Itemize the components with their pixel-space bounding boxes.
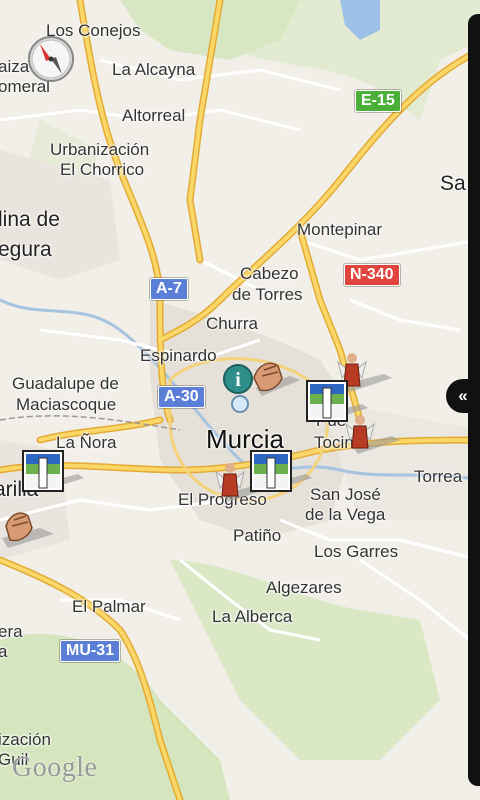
place-label: La Alcayna: [112, 60, 196, 79]
place-label: Guadalupe de: [12, 374, 119, 393]
road-shield-a7: A-7: [150, 278, 188, 300]
place-label: de Torres: [232, 285, 303, 304]
road-shield-mu31: MU-31: [60, 640, 121, 662]
place-label: El Palmar: [72, 597, 146, 616]
place-label: Altorreal: [122, 106, 186, 125]
flag-marker[interactable]: [22, 450, 86, 499]
place-label: lina de: [0, 208, 60, 231]
place-label: Maciascoque: [16, 395, 117, 414]
place-label: Torrea: [414, 467, 463, 486]
place-label: San José: [310, 485, 381, 504]
google-attribution: Google: [12, 752, 98, 783]
place-label: Cabezo: [240, 264, 299, 283]
road-shield-n340: N-340: [344, 264, 400, 286]
place-label: Los Garres: [314, 542, 399, 561]
place-label: era: [0, 622, 23, 641]
place-label: a: [0, 642, 8, 661]
city-label: Murcia: [206, 424, 285, 454]
road-shield-a30: A-30: [158, 386, 205, 408]
place-label: aiza: [0, 57, 30, 76]
place-label: El Chorrico: [60, 160, 145, 179]
place-label: Espinardo: [140, 346, 217, 365]
place-label: Algezares: [266, 578, 342, 597]
place-label: Montepinar: [297, 220, 383, 239]
road-shield-e15: E-15: [355, 90, 401, 112]
place-label: Sa: [440, 172, 466, 195]
place-label: egura: [0, 238, 52, 261]
place-label: ización: [0, 730, 51, 749]
panel-toggle-button[interactable]: «: [446, 379, 480, 413]
place-label: Churra: [206, 314, 258, 333]
hand-marker[interactable]: [0, 508, 56, 559]
flag-marker[interactable]: [306, 380, 370, 429]
place-label: La Alberca: [212, 607, 293, 626]
compass-icon[interactable]: [26, 34, 76, 84]
svg-text:i: i: [235, 369, 241, 391]
place-label: Urbanización: [50, 140, 150, 159]
flag-marker[interactable]: [250, 450, 314, 499]
double-chevron-left-icon: «: [458, 386, 468, 405]
place-label: Patiño: [233, 526, 282, 545]
hand-marker[interactable]: [250, 358, 302, 409]
place-label: de la Vega: [305, 505, 386, 524]
